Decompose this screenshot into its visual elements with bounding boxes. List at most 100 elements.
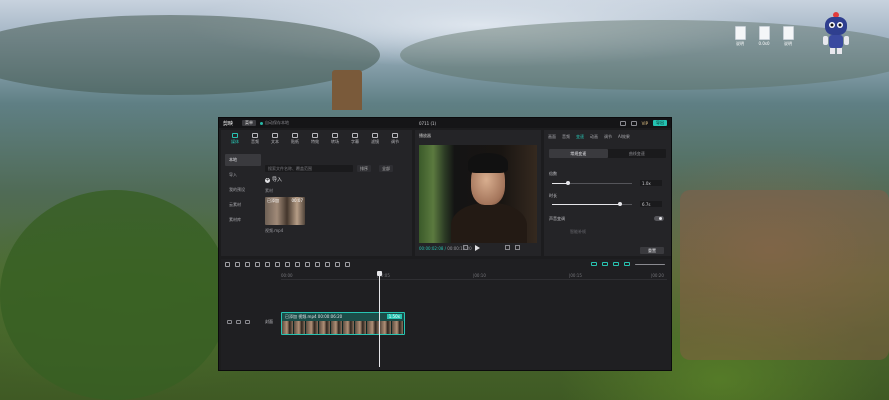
tab-audio[interactable]: 音频	[562, 134, 570, 140]
video-preview[interactable]	[419, 145, 537, 243]
mountain-silhouette	[400, 20, 889, 90]
mic-icon[interactable]	[591, 262, 597, 266]
duration-value-field[interactable]: 6.7s	[640, 201, 662, 207]
lock-icon[interactable]	[227, 320, 232, 324]
shortcut-icon[interactable]	[619, 120, 626, 126]
cover-button[interactable]: 封面	[265, 319, 273, 325]
added-badge: 已添加	[267, 198, 279, 203]
tab-adjust[interactable]: 调节	[604, 134, 612, 140]
scale-icon[interactable]	[345, 262, 350, 267]
delete-icon[interactable]	[285, 262, 290, 267]
ruler-tick: |00:10	[473, 273, 486, 278]
tab-picture[interactable]: 画面	[548, 134, 556, 140]
vip-badge[interactable]: VIP	[642, 121, 648, 126]
select-tool-icon[interactable]	[225, 262, 230, 267]
tool-caption[interactable]: 字幕	[345, 133, 365, 145]
title-bar: 剪映 菜单 自动保存本地 0711 (1) VIP 导出	[219, 118, 671, 128]
hide-icon[interactable]	[236, 320, 241, 324]
tool-media[interactable]: 媒体	[225, 133, 245, 145]
link-icon[interactable]	[613, 262, 619, 266]
split-right-icon[interactable]	[275, 262, 280, 267]
redo-icon[interactable]	[245, 262, 250, 267]
export-button[interactable]: 导出	[653, 120, 667, 126]
ruler-tick: |00:15	[569, 273, 582, 278]
sidebar-item-library[interactable]: 素材库	[225, 214, 261, 226]
tool-filter[interactable]: 滤镜	[365, 133, 385, 145]
tool-text[interactable]: 文本	[265, 133, 285, 145]
split-left-icon[interactable]	[265, 262, 270, 267]
pitch-toggle[interactable]	[654, 216, 664, 221]
segment-normal-speed[interactable]: 常规变速	[549, 149, 608, 158]
play-icon[interactable]	[475, 245, 480, 251]
import-button[interactable]: + 导入	[265, 176, 282, 183]
split-icon[interactable]	[255, 262, 260, 267]
timeline-toolbar	[225, 262, 350, 267]
media-search-input[interactable]: 搜索文件名称、覆盖范围	[265, 165, 353, 172]
tab-speed[interactable]: 变速	[576, 134, 584, 140]
clip-label: 已添加 视频.mp4 00:00:06:20	[285, 314, 343, 319]
media-thumbnail[interactable]: 已添加 00:07	[265, 197, 305, 225]
duration-slider-knob[interactable]	[618, 202, 622, 206]
tool-adjust[interactable]: 调节	[385, 133, 405, 145]
sticker-icon	[292, 133, 298, 138]
adjust-icon	[392, 133, 398, 138]
duration-slider[interactable]	[552, 202, 632, 206]
duration-label: 时长	[549, 193, 557, 198]
tab-ai-effects[interactable]: AI效果	[618, 134, 630, 140]
tool-transition[interactable]: 转场	[325, 133, 345, 145]
forest-patch	[0, 190, 230, 400]
duration-slider-fill	[552, 204, 620, 205]
crop-icon[interactable]	[335, 262, 340, 267]
media-file-name: 视频.mp4	[265, 228, 284, 233]
project-title: 0711 (1)	[419, 120, 437, 126]
undo-icon[interactable]	[235, 262, 240, 267]
tool-effects[interactable]: 特效	[305, 133, 325, 145]
reset-button[interactable]: 重置	[640, 247, 664, 254]
desktop-file-icon[interactable]: 0.0s0	[751, 26, 777, 46]
speed-slider[interactable]	[552, 181, 632, 185]
playhead[interactable]	[377, 271, 382, 367]
caption-icon	[352, 133, 358, 138]
sidebar-item-presets[interactable]: 我的预设	[225, 184, 261, 196]
tool-audio[interactable]: 音频	[245, 133, 265, 145]
segment-curve-speed[interactable]: 曲线变速	[608, 149, 667, 158]
fullscreen-icon[interactable]	[515, 245, 520, 250]
speed-mode-toggle: 常规变速 曲线变速	[549, 149, 666, 158]
document-icon	[782, 26, 794, 40]
rotate-icon[interactable]	[325, 262, 330, 267]
reverse-icon[interactable]	[305, 262, 310, 267]
subject-hair	[468, 153, 508, 173]
zoom-slider[interactable]	[635, 263, 665, 265]
tool-sticker[interactable]: 贴纸	[285, 133, 305, 145]
tab-animation[interactable]: 动画	[590, 134, 598, 140]
tower	[332, 70, 362, 110]
ratio-icon[interactable]	[505, 245, 510, 250]
mirror-icon[interactable]	[315, 262, 320, 267]
menu-button[interactable]: 菜单	[242, 120, 257, 126]
speed-value-field[interactable]: 1.0x	[640, 180, 662, 186]
frame-icon[interactable]	[463, 245, 468, 250]
speed-slider-knob[interactable]	[566, 181, 570, 185]
desktop-file-icon[interactable]: 说明	[727, 26, 753, 47]
layout-icon[interactable]	[630, 120, 637, 126]
autosave-status-icon	[260, 121, 264, 125]
properties-tabs: 画面 音频 变速 动画 调节 AI效果	[544, 130, 671, 140]
properties-panel: 画面 音频 变速 动画 调节 AI效果 常规变速 曲线变速 倍数 1.0x 时长…	[544, 130, 671, 256]
sidebar-item-import[interactable]: 导入	[225, 169, 261, 181]
snap-icon[interactable]	[602, 262, 608, 266]
sidebar-item-cloud[interactable]: 云素材	[225, 199, 261, 211]
effects-icon	[312, 133, 318, 138]
sort-dropdown[interactable]: 排序	[357, 165, 371, 172]
preview-axis-icon[interactable]	[624, 262, 630, 266]
plus-icon: +	[265, 177, 270, 183]
sidebar-item-local[interactable]: 本地	[225, 154, 261, 166]
autosave-status: 自动保存本地	[265, 120, 290, 125]
robot-mascot-icon[interactable]	[818, 8, 854, 58]
timeline-clip[interactable]: 已添加 视频.mp4 00:00:06:20 1.50x	[281, 312, 405, 335]
document-icon	[758, 26, 770, 40]
clip-duration: 00:07	[291, 198, 303, 203]
mute-icon[interactable]	[245, 320, 250, 324]
freeze-icon[interactable]	[295, 262, 300, 267]
filter-dropdown[interactable]: 全部	[379, 165, 393, 172]
desktop-file-icon[interactable]: 说明	[775, 26, 801, 47]
